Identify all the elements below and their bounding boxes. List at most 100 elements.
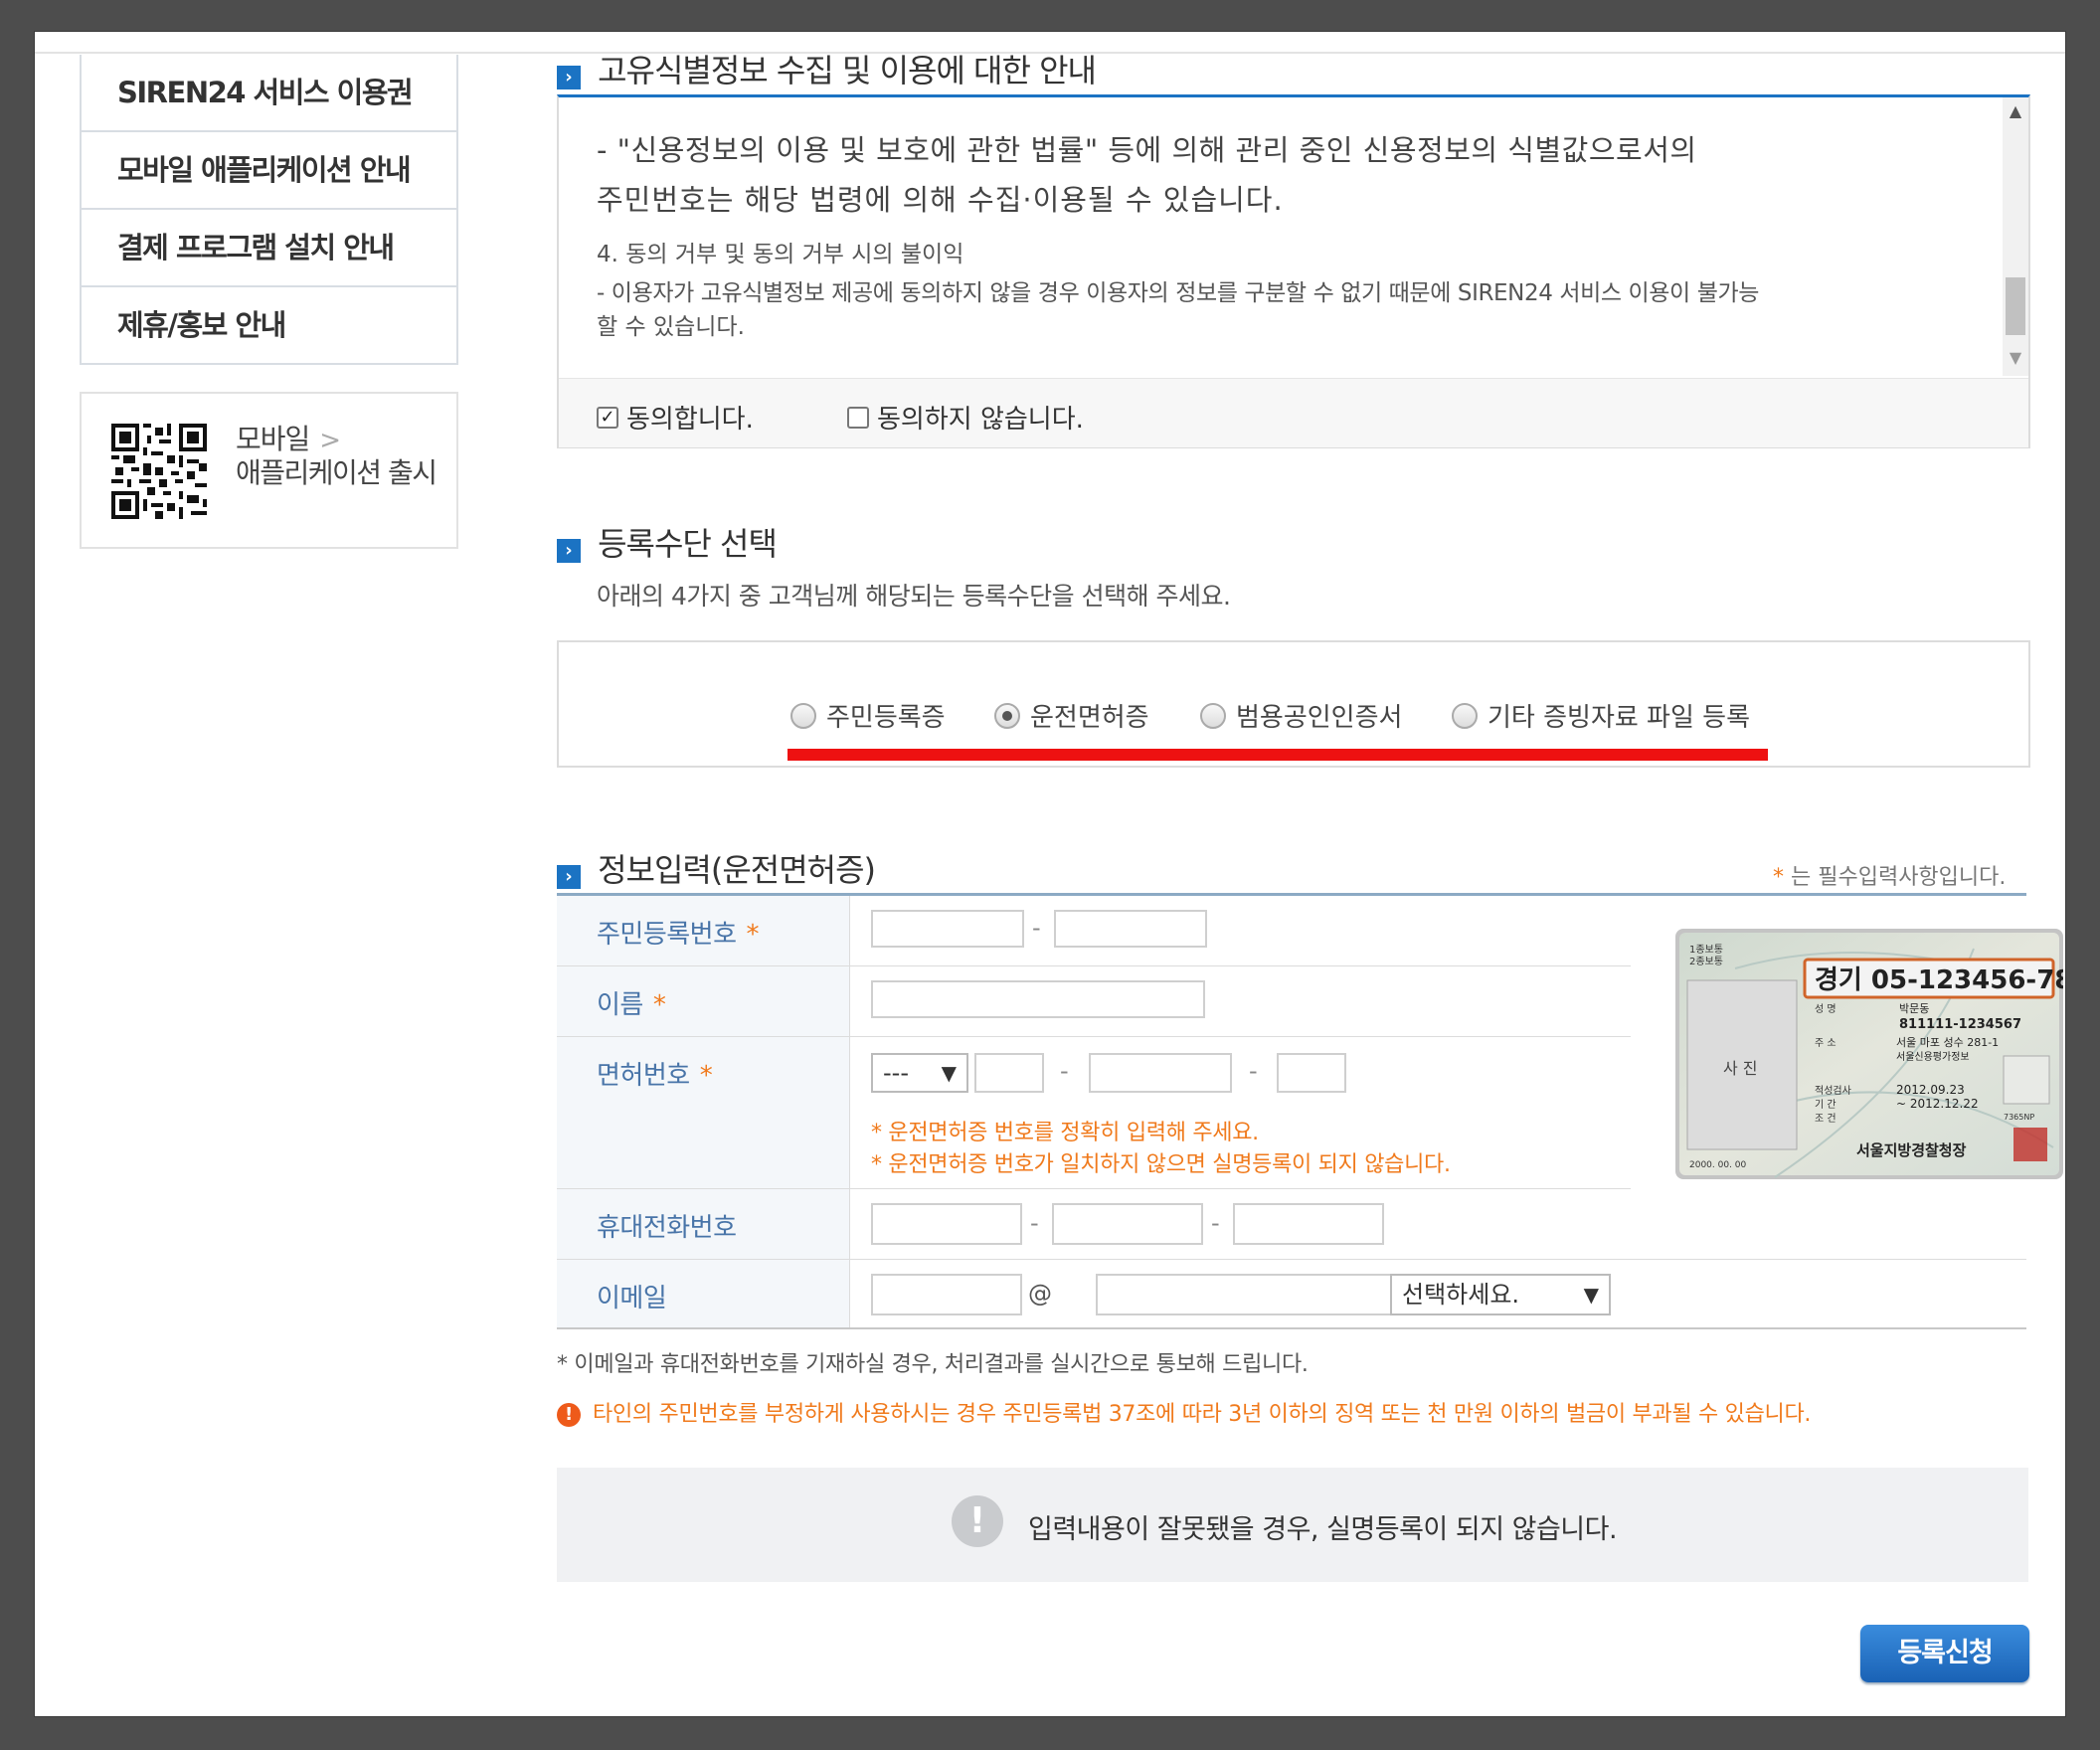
radio-public-certificate[interactable] [1200, 702, 1226, 729]
license-note-2: * 운전면허증 번호가 일치하지 않으면 실명등록이 되지 않습니다. [871, 1152, 1451, 1177]
row-header: 휴대전화번호 [557, 1189, 850, 1259]
select-value: 선택하세요. [1402, 1281, 1520, 1309]
row-resident-number: 주민등록번호 * - [557, 896, 1631, 966]
card-address1: 서울 마포 성수 281-1 [1896, 1036, 1999, 1049]
mobile-app-promo[interactable]: 모바일 > 애플리케이션 출시 [80, 392, 458, 549]
agree-checkbox[interactable]: ✓ [597, 406, 618, 429]
qr-code-icon [111, 424, 207, 519]
consent-box: - "신용정보의 이용 및 보호에 관한 법률" 등에 의해 관리 중인 신용정… [557, 94, 2030, 448]
option-resident-card[interactable]: 주민등록증 [790, 697, 946, 734]
email-at-sign: @ [1028, 1280, 1052, 1308]
card-field-label: 주 소 [1815, 1037, 1837, 1049]
license-label: 면허번호 [597, 1061, 690, 1091]
card-field-label: 성 명 [1815, 1003, 1837, 1015]
email-domain-select[interactable]: 선택하세요. ▼ [1390, 1274, 1611, 1315]
rrn-label: 주민등록번호 [597, 920, 737, 950]
consent-scrollbar[interactable]: ▲ ▼ [2003, 97, 2028, 376]
dropdown-arrow-icon: ▼ [1583, 1283, 1599, 1307]
option-drivers-license[interactable]: 운전면허증 [994, 697, 1149, 734]
phone-third-input[interactable] [1233, 1203, 1384, 1245]
row-license-number: 면허번호 * --- ▼ - - * 운전면허증 번호를 정확히 입력해 주세요. … [557, 1037, 1631, 1189]
license-note-1: * 운전면허증 번호를 정확히 입력해 주세요. [871, 1121, 1259, 1145]
row-header: 주민등록번호 * [557, 896, 850, 965]
disagree-label: 동의하지 않습니다. [877, 405, 1084, 435]
dash: - [1032, 914, 1041, 942]
notice-box: ! 입력내용이 잘못됐을 경우, 실명등록이 되지 않습니다. [557, 1468, 2028, 1582]
legal-warning-text: 타인의 주민번호를 부정하게 사용하시는 경우 주민등록법 37조에 따라 3년… [593, 1402, 1812, 1427]
consent-text-area[interactable]: - "신용정보의 이용 및 보호에 관한 법률" 등에 의해 관리 중인 신용정… [559, 97, 2003, 376]
submit-registration-button[interactable]: 등록신청 [1860, 1625, 2029, 1682]
radio-other-documents[interactable] [1452, 702, 1478, 729]
radio-resident-card[interactable] [790, 702, 816, 729]
consent-text-line1: - "신용정보의 이용 및 보호에 관한 법률" 등에 의해 관리 중인 신용정… [597, 133, 1697, 167]
registration-section-header: › 등록수단 선택 [557, 519, 778, 565]
required-asterisk: * [652, 990, 666, 1020]
notice-text: 입력내용이 잘못됐을 경우, 실명등록이 되지 않습니다. [1028, 1514, 1618, 1545]
select-value: --- [883, 1059, 909, 1087]
rrn-second-input[interactable] [1054, 910, 1207, 948]
card-rrn: 811111-1234567 [1899, 1017, 2021, 1032]
sidebar-item-mobile-app[interactable]: 모바일 애플리케이션 안내 [82, 132, 456, 210]
sidebar-item-payment-program[interactable]: 결제 프로그램 설치 안내 [82, 210, 456, 287]
registration-method-box: 주민등록증 운전면허증 범용공인인증서 기타 증빙자료 파일 등록 [557, 640, 2030, 768]
consent-item4-text1: - 이용자가 고유식별정보 제공에 동의하지 않을 경우 이용자의 정보를 구분… [597, 280, 1760, 306]
scroll-down-arrow-icon[interactable]: ▼ [2003, 348, 2028, 367]
card-period: ~ 2012.12.22 [1896, 1097, 1979, 1111]
consent-text-line2: 주민번호는 해당 법령에 의해 수집·이용될 수 있습니다. [597, 183, 1284, 217]
required-asterisk: * [746, 920, 760, 950]
radio-drivers-license[interactable] [994, 702, 1020, 729]
section-arrow-icon: › [557, 538, 581, 563]
phone-first-input[interactable] [871, 1203, 1022, 1245]
card-name: 박문동 [1899, 1002, 1929, 1015]
license-part3-input[interactable] [1277, 1053, 1346, 1093]
card-type-1: 1종보통 [1689, 944, 1723, 956]
required-mark: * [1773, 865, 1784, 890]
contact-note: * 이메일과 휴대전화번호를 기재하실 경우, 처리결과를 실시간으로 통보해 … [557, 1352, 1309, 1377]
rrn-first-input[interactable] [871, 910, 1024, 948]
sidebar-menu: SIREN24 서비스 이용권 모바일 애플리케이션 안내 결제 프로그램 설치… [80, 55, 458, 365]
card-type-2: 2종보통 [1689, 956, 1723, 967]
warning-icon: ! [557, 1403, 581, 1427]
sidebar-item-service-pass[interactable]: SIREN24 서비스 이용권 [82, 55, 456, 132]
license-region-select[interactable]: --- ▼ [871, 1053, 968, 1093]
scrollbar-thumb[interactable] [2006, 277, 2025, 335]
option-label: 기타 증빙자료 파일 등록 [1488, 703, 1750, 733]
card-field-label: 기 간 [1815, 1099, 1837, 1111]
option-label: 주민등록증 [826, 703, 946, 733]
exclamation-icon: ! [952, 1495, 1003, 1547]
required-asterisk: * [699, 1061, 713, 1091]
agree-label: 동의합니다. [626, 405, 754, 435]
section-arrow-icon: › [557, 864, 581, 889]
phone-label: 휴대전화번호 [597, 1213, 737, 1243]
highlight-underline [788, 749, 1768, 761]
dash: - [1030, 1209, 1039, 1237]
option-other-documents[interactable]: 기타 증빙자료 파일 등록 [1452, 697, 1750, 734]
required-note-text: 는 필수입력사항입니다. [1791, 865, 2007, 890]
dash: - [1211, 1209, 1220, 1237]
section-arrow-icon: › [557, 65, 581, 89]
disagree-checkbox[interactable] [847, 406, 869, 429]
official-seal [2013, 1128, 2047, 1161]
license-part2-input[interactable] [1089, 1053, 1232, 1093]
registration-description: 아래의 4가지 중 고객님께 해당되는 등록수단을 선택해 주세요. [597, 582, 1231, 611]
name-input[interactable] [871, 980, 1205, 1018]
license-part1-input[interactable] [974, 1053, 1044, 1093]
dash: - [1060, 1057, 1069, 1085]
page: SIREN24 서비스 이용권 모바일 애플리케이션 안내 결제 프로그램 설치… [35, 32, 2065, 1716]
sidebar-item-partnership[interactable]: 제휴/홍보 안내 [82, 287, 456, 363]
phone-second-input[interactable] [1052, 1203, 1203, 1245]
scroll-up-arrow-icon[interactable]: ▲ [2003, 101, 2028, 120]
email-domain-input[interactable] [1096, 1274, 1418, 1315]
agree-option[interactable]: ✓ 동의합니다. [597, 399, 754, 436]
row-phone: 휴대전화번호 - - [557, 1189, 2026, 1260]
disagree-option[interactable]: 동의하지 않습니다. [847, 399, 1084, 436]
promo-subtitle: 애플리케이션 출시 [236, 456, 438, 489]
option-public-certificate[interactable]: 범용공인인증서 [1200, 697, 1402, 734]
drivers-license-sample-image: 1종보통 2종보통 경기 05-123456-78 사 진 성 명 박문동 81… [1675, 929, 2063, 1179]
option-label: 범용공인인증서 [1236, 703, 1403, 733]
consent-item4-title: 4. 동의 거부 및 동의 거부 시의 불이익 [597, 242, 964, 267]
form-title: 정보입력(운전면허증) [598, 851, 876, 889]
email-id-input[interactable] [871, 1274, 1022, 1315]
dropdown-arrow-icon: ▼ [941, 1061, 957, 1085]
card-field-label: 적성검사 [1815, 1085, 1851, 1097]
